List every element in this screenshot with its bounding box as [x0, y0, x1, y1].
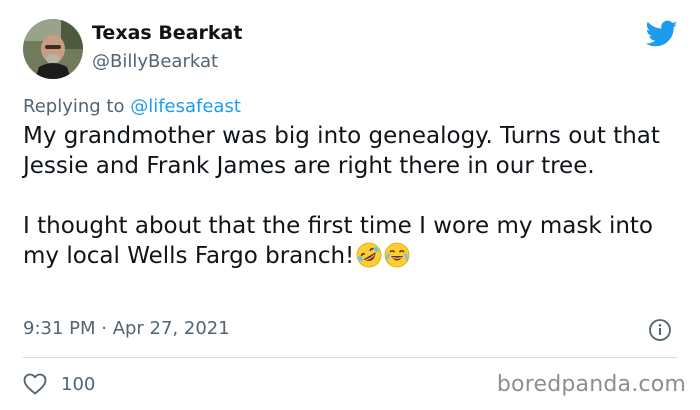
face-with-tears-of-joy-emoji-icon — [384, 242, 410, 276]
tweet-paragraph: My grandmother was big into genealogy. T… — [23, 123, 660, 179]
heart-icon — [23, 373, 47, 395]
like-count: 100 — [61, 373, 96, 395]
tweet-timestamp[interactable]: 9:31 PM · Apr 27, 2021 — [23, 318, 230, 339]
divider — [23, 357, 677, 358]
twitter-bird-icon[interactable] — [646, 20, 678, 48]
rolling-on-floor-laughing-emoji-icon — [356, 242, 382, 276]
tweet-paragraph-with-emoji: I thought about that the first time I wo… — [23, 211, 683, 276]
author-handle[interactable]: @BillyBearkat — [92, 51, 218, 72]
avatar-photo — [23, 19, 83, 79]
info-icon[interactable] — [648, 318, 672, 342]
author-name[interactable]: Texas Bearkat — [92, 22, 242, 44]
tweet-text: My grandmother was big into genealogy. T… — [23, 121, 683, 276]
reply-mention-link[interactable]: @lifesafeast — [130, 96, 241, 117]
reply-prefix: Replying to — [23, 96, 131, 117]
replying-to: Replying to @lifesafeast — [23, 96, 241, 117]
watermark: boredpanda.com — [496, 372, 686, 397]
tweet-paragraph: I thought about that the first time I wo… — [23, 213, 654, 269]
like-button[interactable]: 100 — [23, 371, 95, 397]
avatar[interactable] — [23, 19, 83, 79]
